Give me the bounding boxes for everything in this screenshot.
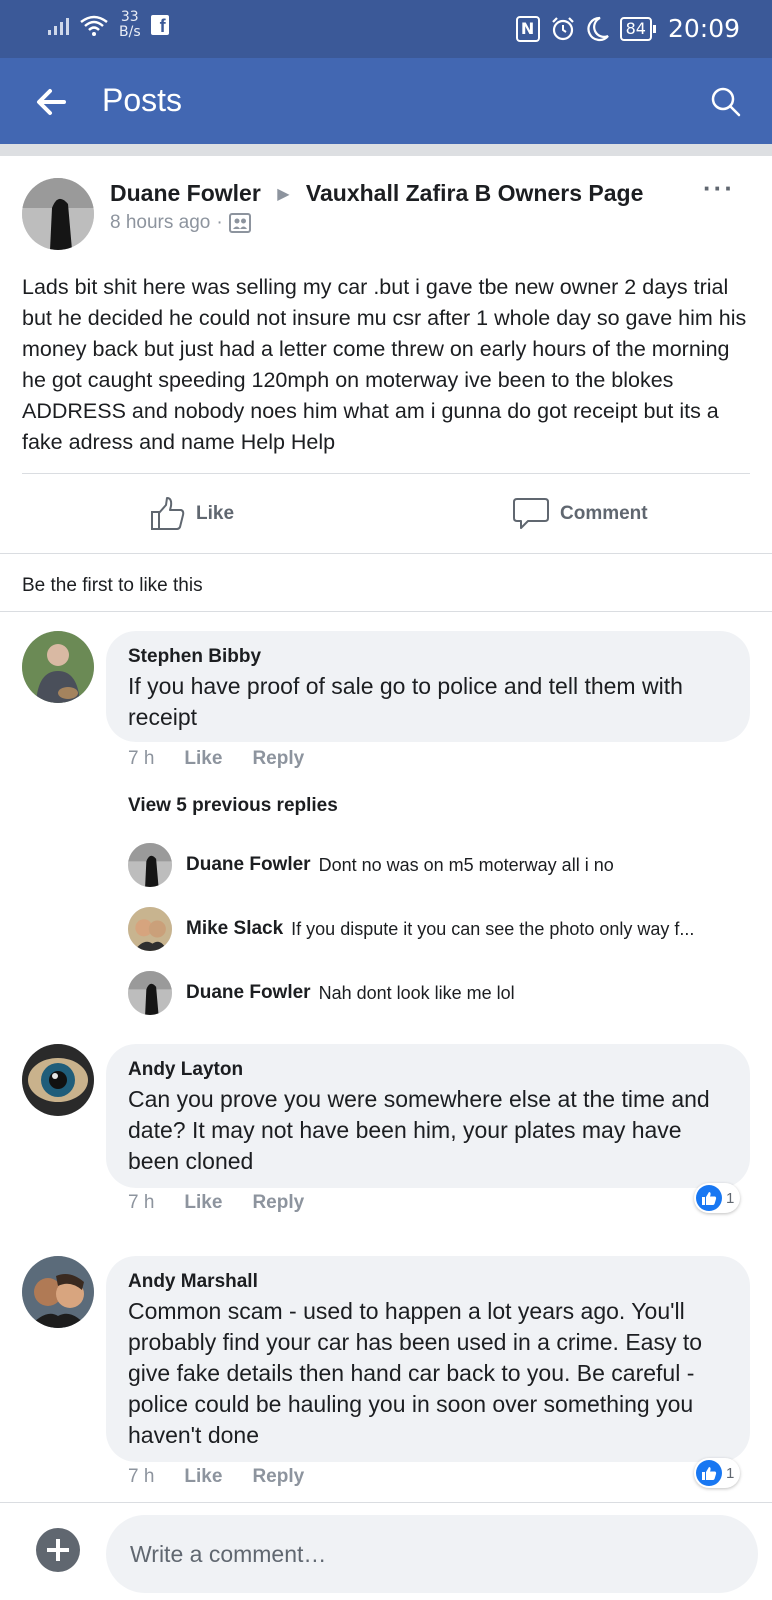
alarm-icon — [551, 16, 574, 40]
comment-like-button[interactable]: Like — [184, 1466, 222, 1488]
comment-reply-button[interactable]: Reply — [252, 1192, 304, 1214]
comment-bubble: Stephen Bibby If you have proof of sale … — [106, 631, 750, 742]
search-button[interactable] — [704, 80, 748, 124]
comment-label: Comment — [560, 503, 648, 524]
post-author-name[interactable]: Duane Fowler — [110, 180, 261, 206]
divider — [0, 553, 772, 554]
back-button[interactable] — [30, 80, 74, 124]
comment-bubble-icon — [513, 498, 549, 529]
comment-actions: 7 h Like Reply — [128, 1466, 304, 1488]
reply-text: If you dispute it you can see the photo … — [291, 918, 695, 939]
status-bar: 33 B/s f N 84 20:09 — [0, 0, 772, 58]
avatar-photo — [22, 1256, 94, 1328]
comment-time[interactable]: 7 h — [128, 748, 154, 770]
reply-author[interactable]: Duane Fowler — [186, 854, 311, 876]
comment-actions: 7 h Like Reply — [128, 1192, 304, 1214]
avatar-photo — [128, 971, 172, 1015]
comment-like-button[interactable]: Like — [184, 748, 222, 770]
commenter-name[interactable]: Stephen Bibby — [128, 645, 730, 669]
comment-text: Can you prove you were somewhere else at… — [128, 1086, 710, 1174]
comment-reply-button[interactable]: Reply — [252, 748, 304, 770]
comment-button[interactable]: Comment — [512, 492, 648, 536]
commenter-avatar[interactable] — [22, 1044, 94, 1116]
arrow-left-icon — [37, 89, 66, 115]
avatar-photo — [128, 907, 172, 951]
plus-icon[interactable] — [36, 1528, 80, 1572]
battery-icon: 84 — [619, 16, 657, 41]
divider — [0, 611, 772, 612]
reply-avatar[interactable] — [128, 907, 172, 951]
reply-avatar[interactable] — [128, 971, 172, 1015]
comment-like-button[interactable]: Like — [184, 1192, 222, 1214]
comment-bubble: Andy Layton Can you prove you were somew… — [106, 1044, 750, 1188]
clock: 20:09 — [667, 14, 740, 43]
reply-text: Dont no was on m5 moterway all i no — [318, 854, 614, 875]
facebook-notification-icon: f — [150, 15, 169, 36]
status-right: N 84 20:09 — [515, 14, 740, 43]
meta-separator: · — [216, 212, 223, 233]
reply-avatar[interactable] — [128, 843, 172, 887]
likes-summary: Be the first to like this — [22, 575, 203, 596]
post-header-line: Duane Fowler ▶ Vauxhall Zafira B Owners … — [110, 178, 643, 212]
post-author-avatar[interactable] — [22, 178, 94, 250]
view-previous-replies-link[interactable]: View 5 previous replies — [128, 795, 338, 817]
commenter-name[interactable]: Andy Marshall — [128, 1270, 730, 1294]
caret-right-icon: ▶ — [277, 186, 290, 203]
avatar-photo — [128, 843, 172, 887]
section-separator — [0, 144, 772, 156]
reply-row[interactable]: Duane Fowler Dont no was on m5 moterway … — [128, 843, 748, 887]
reply-row[interactable]: Duane Fowler Nah dont look like me lol — [128, 971, 748, 1015]
search-icon — [711, 87, 741, 117]
comment-text: If you have proof of sale go to police a… — [128, 673, 683, 730]
post-group-name[interactable]: Vauxhall Zafira B Owners Page — [306, 180, 643, 206]
signal-icon — [48, 15, 69, 35]
comment-reply-button[interactable]: Reply — [252, 1466, 304, 1488]
more-options-button[interactable]: ··· — [703, 175, 743, 208]
avatar-photo — [22, 178, 94, 250]
reply-author[interactable]: Mike Slack — [186, 918, 283, 940]
comment-time[interactable]: 7 h — [128, 1466, 154, 1488]
like-reaction-icon — [696, 1460, 722, 1486]
reply-row[interactable]: Mike Slack If you dispute it you can see… — [128, 907, 748, 951]
reaction-count: 1 — [726, 1189, 735, 1207]
comment-bubble: Andy Marshall Common scam - used to happ… — [106, 1256, 750, 1462]
commenter-avatar[interactable] — [22, 631, 94, 703]
reaction-count: 1 — [726, 1464, 735, 1482]
reaction-count-badge[interactable]: 1 — [694, 1183, 741, 1213]
comment-input[interactable] — [106, 1515, 758, 1593]
commenter-name[interactable]: Andy Layton — [128, 1058, 730, 1082]
commenter-avatar[interactable] — [22, 1256, 94, 1328]
like-button[interactable]: Like — [150, 492, 234, 536]
reaction-count-badge[interactable]: 1 — [694, 1458, 741, 1488]
avatar-photo — [22, 631, 94, 703]
nfc-icon: N — [515, 15, 540, 42]
post-body: Lads bit shit here was selling my car .b… — [22, 275, 747, 454]
divider — [22, 473, 750, 474]
app-header: Posts — [0, 58, 772, 144]
post-time[interactable]: 8 hours ago — [110, 212, 210, 234]
thumbs-up-icon — [151, 497, 185, 530]
reply-text: Nah dont look like me lol — [318, 982, 515, 1003]
wifi-icon — [80, 15, 108, 36]
like-reaction-icon — [696, 1185, 722, 1211]
group-icon — [228, 213, 251, 233]
post-meta: 8 hours ago · — [110, 212, 251, 234]
like-label: Like — [196, 503, 235, 524]
page-title: Posts — [102, 82, 183, 118]
comment-actions: 7 h Like Reply — [128, 748, 304, 770]
network-speed: 33 B/s — [119, 9, 141, 40]
comment-time[interactable]: 7 h — [128, 1192, 154, 1214]
reply-author[interactable]: Duane Fowler — [186, 982, 311, 1004]
avatar-photo — [22, 1044, 94, 1116]
status-left: 33 B/s f — [48, 10, 169, 40]
comment-text: Common scam - used to happen a lot years… — [128, 1298, 703, 1448]
do-not-disturb-moon-icon — [587, 16, 609, 41]
